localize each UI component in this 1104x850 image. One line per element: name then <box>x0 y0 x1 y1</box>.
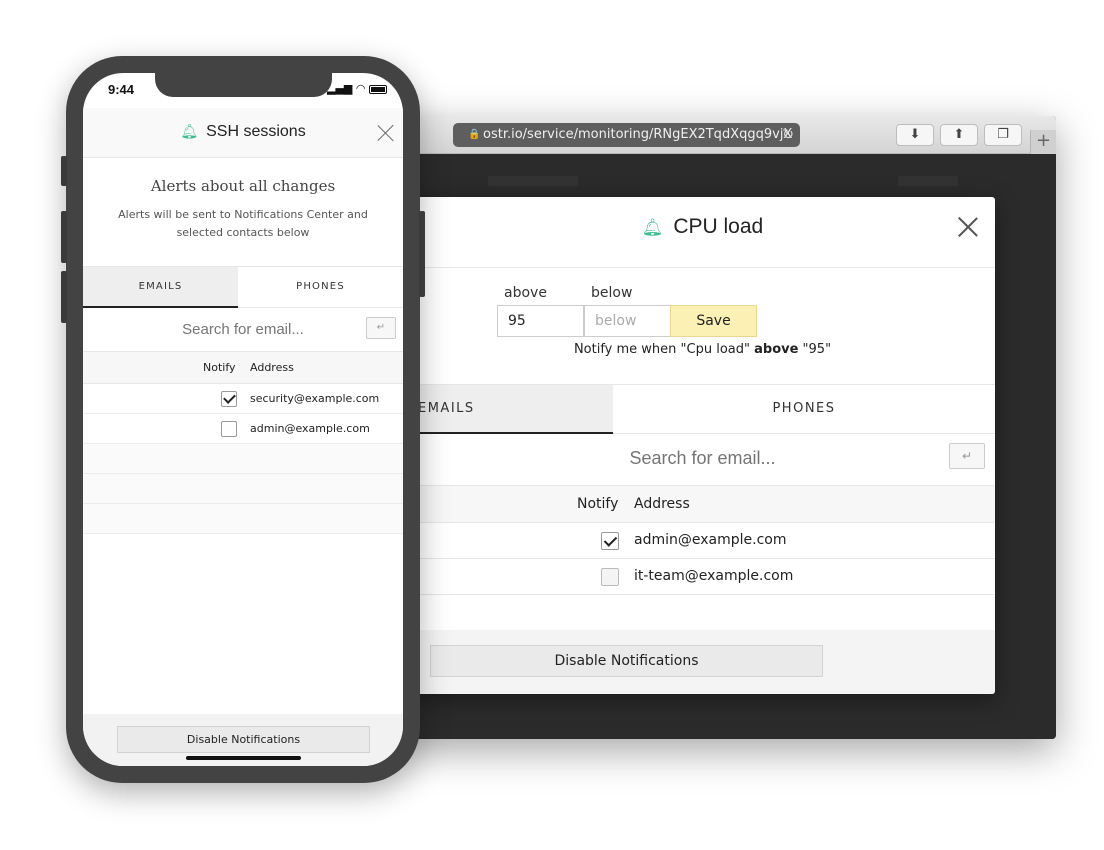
threshold-section: above below 95 below Save Notify me when… <box>410 268 995 385</box>
alert-settings-modal: 🔔︎ CPU load above below 95 below Save Not… <box>410 197 995 694</box>
email-search-input[interactable] <box>83 321 403 338</box>
above-input[interactable]: 95 <box>497 305 584 337</box>
email-search-row: ↵ <box>410 434 995 486</box>
status-icons: ▂▄▆ ◠ <box>327 82 387 95</box>
phone-modal-header: 🔔︎ SSH sessions <box>83 108 403 158</box>
email-address: security@example.com <box>250 392 380 405</box>
tab-phones[interactable]: PHONES <box>613 385 995 434</box>
enter-button[interactable]: ↵ <box>949 443 985 469</box>
phone-mute-switch <box>61 156 67 186</box>
modal-header: 🔔︎ CPU load <box>410 197 995 268</box>
notify-checkbox[interactable] <box>221 391 237 407</box>
bell-icon: 🔔︎ <box>641 218 664 237</box>
notify-summary-prefix: Notify me when "Cpu load" <box>573 342 755 357</box>
phone-frame: 9:44 ▂▄▆ ◠ 🔔︎ SSH sessions Alerts about a… <box>61 56 425 783</box>
save-button[interactable]: Save <box>670 305 757 337</box>
email-address: admin@example.com <box>250 422 370 435</box>
empty-row <box>83 504 403 534</box>
notify-checkbox[interactable] <box>601 532 619 550</box>
tab-emails[interactable]: EMAILS <box>83 267 238 308</box>
phone-screen: 9:44 ▂▄▆ ◠ 🔔︎ SSH sessions Alerts about a… <box>83 73 403 766</box>
phone-notch <box>155 73 332 97</box>
phone-volume-up <box>61 211 67 263</box>
close-icon[interactable] <box>377 124 395 142</box>
tabs-overview-icon[interactable]: ❐ <box>984 124 1022 146</box>
status-time: 9:44 <box>108 82 135 97</box>
email-address: it-team@example.com <box>634 568 794 584</box>
reload-icon[interactable]: ↻ <box>782 123 794 147</box>
notify-summary-suffix: "95" <box>798 342 832 357</box>
notify-summary: Notify me when "Cpu load" above "95" <box>410 342 995 357</box>
alert-heading: Alerts about all changes <box>150 177 336 195</box>
modal-title: 🔔︎ CPU load <box>410 215 995 239</box>
contact-tabs: EMAILS PHONES <box>410 385 995 434</box>
email-search-input[interactable] <box>410 448 995 469</box>
phone-contact-tabs: EMAILS PHONES <box>83 266 403 308</box>
url-text: ostr.io/service/monitoring/RNgEX2TqdXqgq… <box>483 127 793 142</box>
modal-title-text: CPU load <box>673 215 764 238</box>
home-indicator <box>186 756 301 760</box>
notify-checkbox[interactable] <box>221 421 237 437</box>
notify-summary-keyword: above <box>754 342 799 357</box>
empty-row <box>83 474 403 504</box>
address-bar[interactable]: 🔒 ostr.io/service/monitoring/RNgEX2TqdXq… <box>453 123 800 147</box>
close-icon[interactable] <box>957 216 979 238</box>
phone-modal-title: 🔔︎ SSH sessions <box>83 123 403 141</box>
column-notify: Notify <box>203 361 236 374</box>
column-address: Address <box>634 496 690 512</box>
table-header: Notify Address <box>410 486 995 523</box>
column-notify: Notify <box>577 496 619 512</box>
bell-icon: 🔔︎ <box>180 123 199 139</box>
modal-footer: Disable Notifications <box>410 630 995 694</box>
download-icon[interactable]: ⬇ <box>896 124 934 146</box>
above-label: above <box>504 285 547 301</box>
below-label: below <box>591 285 633 301</box>
lock-icon: 🔒 <box>468 129 481 140</box>
share-icon[interactable]: ⬆ <box>940 124 978 146</box>
empty-row <box>83 444 403 474</box>
signal-icon: ▂▄▆ <box>327 82 353 95</box>
below-input[interactable]: below <box>584 305 671 337</box>
alert-description: Alerts will be sent to Notifications Cen… <box>118 208 368 239</box>
phone-modal-title-text: SSH sessions <box>206 123 306 140</box>
table-row: it-team@example.com <box>410 559 995 595</box>
table-row: admin@example.com <box>83 414 403 444</box>
tab-emails[interactable]: EMAILS <box>410 385 613 434</box>
enter-button[interactable]: ↵ <box>366 317 396 339</box>
notify-checkbox[interactable] <box>601 568 619 586</box>
new-tab-button[interactable]: + <box>1030 130 1056 154</box>
disable-notifications-button[interactable]: Disable Notifications <box>430 645 823 677</box>
browser-toolbar: 🔒 ostr.io/service/monitoring/RNgEX2TqdXq… <box>398 116 1056 154</box>
table-row: security@example.com <box>83 384 403 414</box>
email-address: admin@example.com <box>634 532 787 548</box>
phone-email-search-row: ↵ <box>83 308 403 352</box>
phone-power-button <box>419 211 425 297</box>
table-row: admin@example.com <box>410 523 995 559</box>
battery-icon <box>369 84 387 94</box>
phone-volume-down <box>61 271 67 323</box>
disable-notifications-button[interactable]: Disable Notifications <box>117 726 370 753</box>
tab-phones[interactable]: PHONES <box>238 267 403 308</box>
phone-table-header: Notify Address <box>83 352 403 384</box>
bg-placeholder <box>898 176 958 186</box>
column-address: Address <box>250 361 294 374</box>
wifi-icon: ◠ <box>355 82 366 95</box>
bg-placeholder <box>488 176 578 186</box>
